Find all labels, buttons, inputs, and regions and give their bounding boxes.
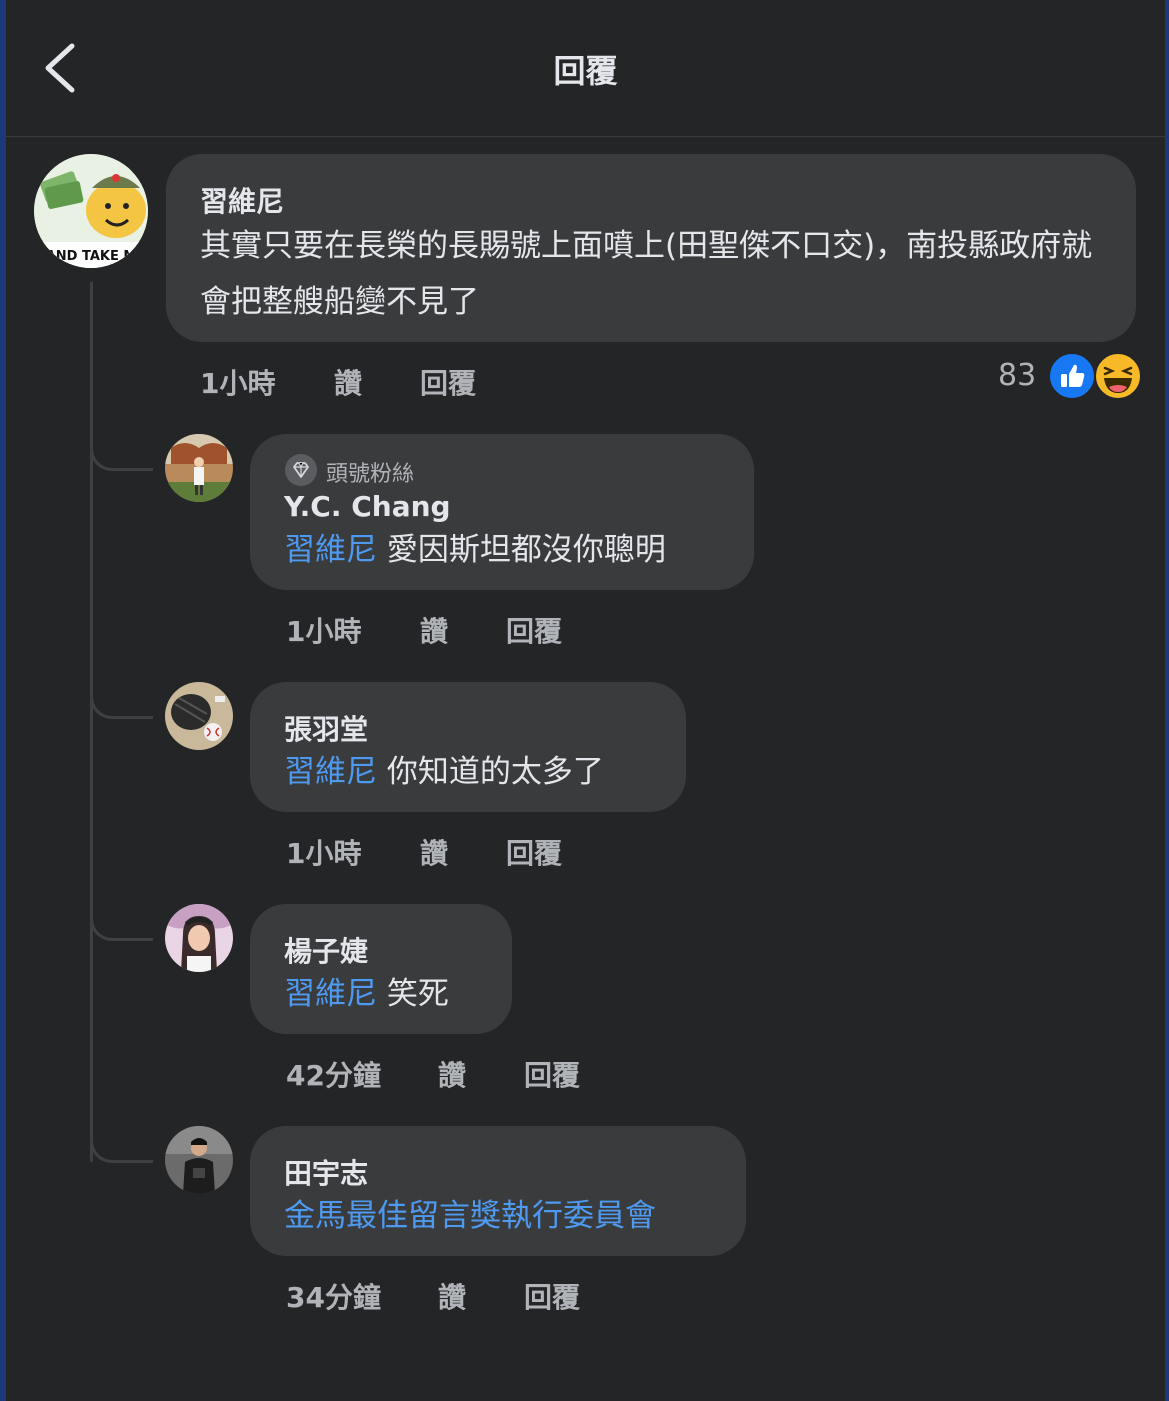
comment-bubble-reply: 張羽堂 習維尼 你知道的太多了 xyxy=(250,682,686,812)
like-button[interactable]: 讚 xyxy=(420,610,448,650)
thread-branch xyxy=(90,684,153,719)
avatar-reply-author[interactable] xyxy=(165,682,233,750)
selfie-photo-icon xyxy=(165,904,233,972)
mention-link[interactable]: 習維尼 xyxy=(284,754,377,790)
comment-bubble-reply: 田宇志 金馬最佳留言獎執行委員會 xyxy=(250,1126,746,1256)
comment-time: 42分鐘 xyxy=(286,1059,381,1092)
avatar-badge-text: AND TAKE M xyxy=(46,249,137,264)
avatar-reply-author[interactable] xyxy=(165,904,233,972)
like-button[interactable]: 讚 xyxy=(438,1276,466,1316)
comment-author[interactable]: 習維尼 xyxy=(200,180,284,220)
comment-bubble-reply: 頭號粉絲 Y.C. Chang 習維尼 愛因斯坦都沒你聰明 xyxy=(250,434,754,590)
avatar-main-author[interactable]: AND TAKE M xyxy=(34,154,148,268)
comment-text-content: 你知道的太多了 xyxy=(377,754,604,790)
reaction-count: 83 xyxy=(998,358,1037,393)
comment-author[interactable]: 田宇志 xyxy=(284,1152,368,1192)
comment-meta-reply: 34分鐘 讚 回覆 xyxy=(286,1276,706,1316)
thread-branch xyxy=(90,906,153,941)
screen-edge-right xyxy=(1165,0,1169,1401)
comment-author[interactable]: 張羽堂 xyxy=(284,708,368,748)
baseball-glove-photo-icon xyxy=(165,682,233,750)
thread-line xyxy=(90,282,93,1162)
like-button[interactable]: 讚 xyxy=(334,362,362,402)
mention-link[interactable]: 習維尼 xyxy=(284,532,377,568)
comment-meta-reply: 42分鐘 讚 回覆 xyxy=(286,1054,706,1094)
badge-label: 頭號粉絲 xyxy=(326,462,415,487)
comments-screen: 回覆 AND TAKE M 習維尼 其實只要在長榮的長賜號上面噴上(田聖傑不口交… xyxy=(6,0,1165,1401)
reply-button[interactable]: 回覆 xyxy=(506,610,562,650)
comment-author[interactable]: 楊子婕 xyxy=(284,930,368,970)
comment-bubble-reply: 楊子婕 習維尼 笑死 xyxy=(250,904,512,1034)
reply-button[interactable]: 回覆 xyxy=(524,1276,580,1316)
comment-text: 其實只要在長榮的長賜號上面噴上(田聖傑不口交)，南投縣政府就會把整艘船變不見了 xyxy=(200,228,1093,320)
person-street-photo-icon xyxy=(165,1126,233,1194)
page-title: 回覆 xyxy=(553,52,618,90)
thread-branch xyxy=(90,1128,153,1163)
thread-branch xyxy=(90,436,153,471)
comment-time: 1小時 xyxy=(286,615,362,648)
person-photo-icon xyxy=(165,434,233,502)
mention-link[interactable]: 金馬最佳留言獎執行委員會 xyxy=(284,1198,656,1234)
avatar-reply-author[interactable] xyxy=(165,1126,233,1194)
comment-text: 習維尼 你知道的太多了 xyxy=(284,744,604,800)
comment-text-content: 愛因斯坦都沒你聰明 xyxy=(377,532,666,568)
comment-meta-reply: 1小時 讚 回覆 xyxy=(286,832,686,872)
comment-text: 習維尼 愛因斯坦都沒你聰明 xyxy=(284,522,666,578)
comment-time: 34分鐘 xyxy=(286,1281,381,1314)
like-button[interactable]: 讚 xyxy=(420,832,448,872)
comment-bubble-main: 習維尼 其實只要在長榮的長賜號上面噴上(田聖傑不口交)，南投縣政府就會把整艘船變… xyxy=(166,154,1136,342)
comment-text: 金馬最佳留言獎執行委員會 xyxy=(284,1188,656,1244)
header-bar: 回覆 xyxy=(6,0,1165,137)
mention-link[interactable]: 習維尼 xyxy=(284,976,377,1012)
reply-button[interactable]: 回覆 xyxy=(524,1054,580,1094)
comment-meta-reply: 1小時 讚 回覆 xyxy=(286,610,686,650)
comment-text-content: 笑死 xyxy=(377,976,449,1012)
comment-meta-main: 1小時 讚 回覆 xyxy=(200,362,700,402)
diamond-icon xyxy=(285,454,317,486)
comment-time: 1小時 xyxy=(200,367,276,400)
reply-button[interactable]: 回覆 xyxy=(506,832,562,872)
like-button[interactable]: 讚 xyxy=(438,1054,466,1094)
comment-author[interactable]: Y.C. Chang xyxy=(284,490,451,523)
avatar-reply-author[interactable] xyxy=(165,434,233,502)
reply-button[interactable]: 回覆 xyxy=(420,362,476,402)
comment-time: 1小時 xyxy=(286,837,362,870)
comment-text: 習維尼 笑死 xyxy=(284,966,449,1022)
cartoon-bear-avatar-icon: AND TAKE M xyxy=(34,154,148,268)
haha-icon xyxy=(1094,352,1142,400)
like-icon xyxy=(1048,352,1096,400)
